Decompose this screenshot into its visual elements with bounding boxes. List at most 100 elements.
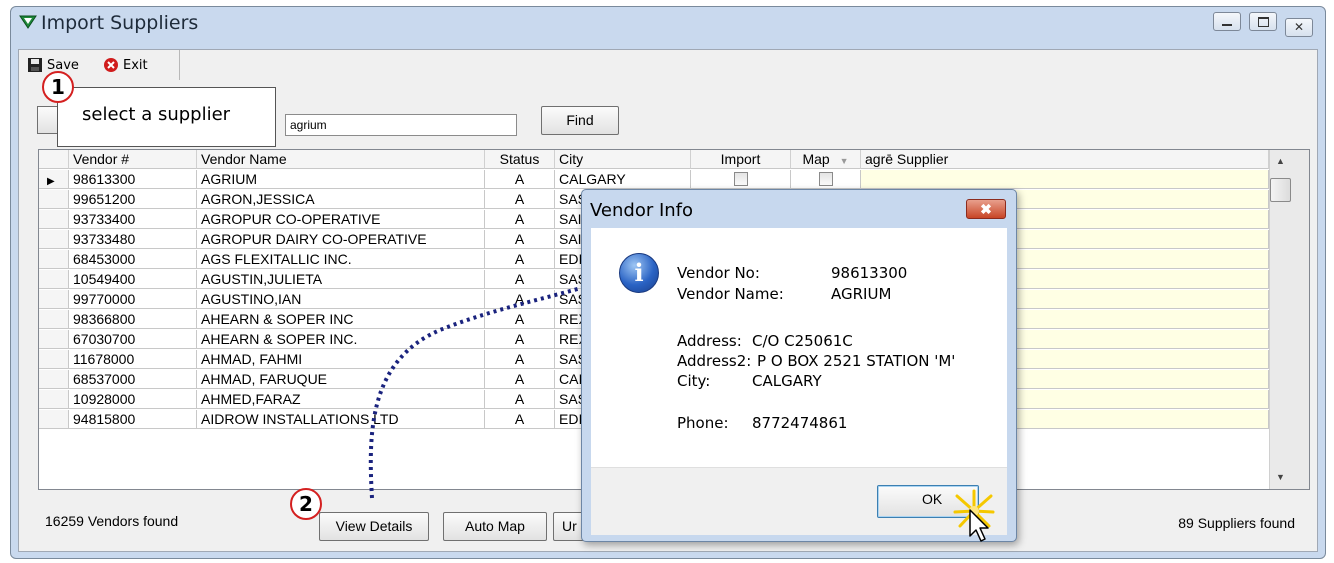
vendor-num-cell[interactable]: 10549400 (69, 270, 197, 289)
vendor-name-cell[interactable]: AGROPUR DAIRY CO-OPERATIVE (197, 230, 485, 249)
vendor-num-cell[interactable]: 93733480 (69, 230, 197, 249)
status-cell[interactable]: A (485, 210, 555, 229)
vendor-name-cell[interactable]: AGRON,JESSICA (197, 190, 485, 209)
col-import[interactable]: Import (691, 150, 791, 169)
grid-header: Vendor # Vendor Name Status City Import … (39, 150, 1309, 170)
row-indicator[interactable] (39, 410, 69, 429)
vendor-num-cell[interactable]: 93733400 (69, 210, 197, 229)
vendor-num-cell[interactable]: 68453000 (69, 250, 197, 269)
city-label: City: (677, 372, 711, 390)
col-map-label: Map (802, 151, 830, 167)
row-indicator-header (39, 150, 69, 169)
col-map[interactable]: Map ▼ (791, 150, 861, 169)
scroll-up-icon[interactable]: ▲ (1276, 156, 1285, 166)
vendor-num-cell[interactable]: 99651200 (69, 190, 197, 209)
callout-text: select a supplier (82, 104, 231, 125)
dialog-close-button[interactable]: ✖ (966, 199, 1006, 219)
vendor-name-cell[interactable]: AGUSTIN,JULIETA (197, 270, 485, 289)
vendor-no-value: 98613300 (831, 264, 908, 282)
vendor-num-cell[interactable]: 99770000 (69, 290, 197, 309)
status-cell[interactable]: A (485, 390, 555, 409)
vendor-no-label: Vendor No: (677, 264, 760, 282)
title-bar: Import Suppliers ✕ (11, 7, 1325, 37)
row-indicator[interactable] (39, 230, 69, 249)
find-button[interactable]: Find (541, 106, 619, 135)
app-triangle-icon (19, 15, 37, 29)
import-checkbox[interactable] (733, 172, 748, 187)
view-details-button[interactable]: View Details (319, 512, 429, 541)
col-vendor-name[interactable]: Vendor Name (197, 150, 485, 169)
vendor-name-cell[interactable]: AGROPUR CO-OPERATIVE (197, 210, 485, 229)
agre-supplier-cell[interactable] (861, 170, 1269, 189)
vendor-num-cell[interactable]: 10928000 (69, 390, 197, 409)
row-indicator[interactable] (39, 330, 69, 349)
status-cell[interactable]: A (485, 370, 555, 389)
maximize-button[interactable] (1249, 12, 1278, 31)
row-indicator[interactable] (39, 290, 69, 309)
city-cell[interactable]: CALGARY (555, 170, 691, 189)
vendor-num-cell[interactable]: 98613300 (69, 170, 197, 189)
vendor-name-value: AGRIUM (831, 285, 892, 303)
vendor-num-cell[interactable]: 67030700 (69, 330, 197, 349)
exit-button[interactable]: Exit (103, 55, 148, 75)
vendor-name-cell[interactable]: AGRIUM (197, 170, 485, 189)
status-cell[interactable]: A (485, 250, 555, 269)
row-indicator[interactable] (39, 390, 69, 409)
vendor-name-cell[interactable]: AIDROW INSTALLATIONS LTD (197, 410, 485, 429)
auto-map-button[interactable]: Auto Map (443, 512, 547, 541)
vendor-name-cell[interactable]: AGUSTINO,IAN (197, 290, 485, 309)
vendor-name-cell[interactable]: AHMAD, FARUQUE (197, 370, 485, 389)
row-indicator[interactable] (39, 250, 69, 269)
status-cell[interactable]: A (485, 170, 555, 189)
row-indicator[interactable] (39, 310, 69, 329)
scroll-down-icon[interactable]: ▼ (1276, 472, 1285, 482)
table-row[interactable]: ▶ 98613300 AGRIUM A CALGARY (39, 170, 1309, 190)
vendor-name-cell[interactable]: AHEARN & SOPER INC. (197, 330, 485, 349)
status-cell[interactable]: A (485, 270, 555, 289)
col-status[interactable]: Status (485, 150, 555, 169)
status-cell[interactable]: A (485, 310, 555, 329)
vendor-name-cell[interactable]: AGS FLEXITALLIC INC. (197, 250, 485, 269)
import-cell[interactable] (691, 170, 791, 189)
vendor-name-cell[interactable]: AHMAD, FAHMI (197, 350, 485, 369)
address-value: C/O C25061C (752, 332, 853, 350)
row-indicator[interactable]: ▶ (39, 170, 69, 189)
status-cell[interactable]: A (485, 230, 555, 249)
row-indicator[interactable] (39, 370, 69, 389)
vendor-name-cell[interactable]: AHEARN & SOPER INC (197, 310, 485, 329)
vendor-num-cell[interactable]: 68537000 (69, 370, 197, 389)
status-cell[interactable]: A (485, 190, 555, 209)
scroll-thumb[interactable] (1270, 178, 1291, 202)
col-agre-supplier[interactable]: agrē Supplier (861, 150, 1269, 169)
suppliers-found-text: 89 Suppliers found (1178, 515, 1295, 531)
sort-filter-icon: ▼ (839, 156, 849, 166)
status-cell[interactable]: A (485, 290, 555, 309)
row-indicator[interactable] (39, 270, 69, 289)
map-checkbox[interactable] (818, 172, 833, 187)
vendor-num-cell[interactable]: 11678000 (69, 350, 197, 369)
vendor-num-cell[interactable]: 94815800 (69, 410, 197, 429)
save-label: Save (47, 57, 79, 73)
address2-label: Address2: (677, 352, 752, 370)
grid-scrollbar[interactable]: ▲ ▼ (1269, 150, 1309, 489)
floppy-disk-icon (28, 58, 42, 72)
status-cell[interactable]: A (485, 330, 555, 349)
minimize-button[interactable] (1213, 12, 1242, 31)
status-cell[interactable]: A (485, 410, 555, 429)
row-indicator[interactable] (39, 190, 69, 209)
map-cell[interactable] (791, 170, 861, 189)
vendor-name-cell[interactable]: AHMED,FARAZ (197, 390, 485, 409)
toolbar: Save Exit (19, 50, 180, 80)
status-cell[interactable]: A (485, 350, 555, 369)
ok-label: OK (922, 491, 943, 507)
address-label: Address: (677, 332, 742, 350)
mouse-pointer-icon (969, 509, 989, 542)
vendor-num-cell[interactable]: 98366800 (69, 310, 197, 329)
col-vendor-num[interactable]: Vendor # (69, 150, 197, 169)
close-window-button[interactable]: ✕ (1285, 18, 1313, 37)
row-indicator[interactable] (39, 350, 69, 369)
row-indicator[interactable] (39, 210, 69, 229)
city-value: CALGARY (752, 372, 822, 390)
col-city[interactable]: City (555, 150, 691, 169)
search-input[interactable]: agrium (285, 114, 517, 136)
